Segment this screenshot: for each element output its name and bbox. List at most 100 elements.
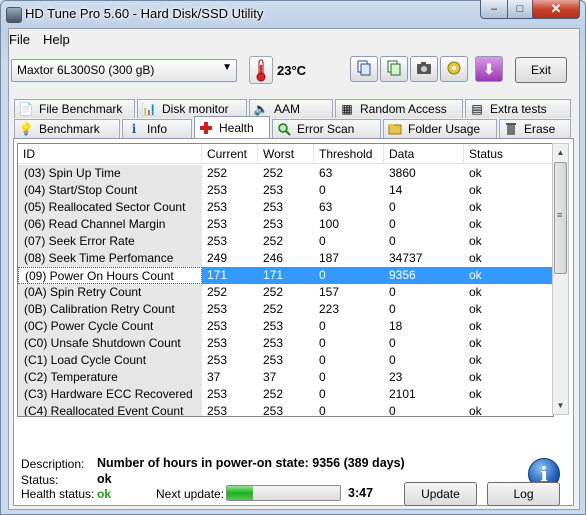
status-label: Status: [21,473,59,487]
cell-data: 0 [389,353,396,367]
next-update-countdown: 3:47 [348,486,374,500]
tab-file-benchmark[interactable]: 📄 File Benchmark [14,99,135,118]
minimize-button[interactable]: – [480,0,508,19]
table-row[interactable]: (C0) Unsafe Shutdown Count 253 253 0 0 ok [18,335,553,352]
maximize-button[interactable]: □ [507,0,533,19]
table-row[interactable]: (0B) Calibration Retry Count 253 252 223 0 ok [18,301,553,318]
table-row[interactable]: (08) Seek Time Perfomance 249 246 187 34737 o… [18,250,553,267]
copy-all-icon [386,60,402,79]
progress-fill [227,486,253,500]
tab-extra-tests[interactable]: ▤ Extra tests [465,99,571,118]
gear-icon [446,60,462,79]
table-row[interactable]: (07) Seek Error Rate 253 252 0 0 ok [18,233,553,250]
cell-threshold: 0 [319,319,326,333]
table-row[interactable]: (C2) Temperature 37 37 0 23 ok [18,369,553,386]
column-header-worst[interactable]: Worst [258,144,314,164]
cell-data: 0 [389,200,396,214]
table-row[interactable]: (04) Start/Stop Count 253 253 0 14 ok [18,182,553,199]
update-button[interactable]: Update [404,482,477,506]
cell-data: 0 [389,217,396,231]
cell-threshold: 63 [319,200,333,214]
cell-worst: 171 [263,268,284,282]
cell-status: ok [469,268,482,282]
column-header-data[interactable]: Data [384,144,464,164]
tab-error-scan[interactable]: Error Scan [272,119,381,138]
table-row[interactable]: (03) Spin Up Time 252 252 63 3860 ok [18,165,553,182]
cell-id: (C3) Hardware ECC Recovered [18,386,202,403]
tab-health[interactable]: Health [194,116,270,138]
scroll-down-arrow-icon[interactable]: ▼ [553,397,568,414]
cell-id: (08) Seek Time Perfomance [18,250,202,267]
tab-info[interactable]: i Info [122,119,192,138]
scroll-up-arrow-icon[interactable]: ▲ [553,144,568,161]
cell-threshold: 63 [319,166,333,180]
tab-label: Extra tests [490,102,547,116]
chevron-down-icon: ▼ [222,62,232,73]
tab-benchmark[interactable]: 💡 Benchmark [14,119,120,138]
cell-id: (0C) Power Cycle Count [18,318,202,335]
column-header-id[interactable]: ID [18,144,202,164]
cell-threshold: 0 [319,336,326,350]
vertical-scrollbar[interactable]: ▲ ≡ ▼ [552,143,569,415]
extra-tests-icon: ▤ [471,102,483,116]
table-row[interactable]: (09) Power On Hours Count 171 171 0 9356 ok [18,267,553,284]
exit-button[interactable]: Exit [515,57,567,83]
cell-threshold: 0 [319,234,326,248]
disk-monitor-icon: 📊 [141,102,157,116]
screenshot-button[interactable] [410,56,438,82]
table-row[interactable]: (0A) Spin Retry Count 252 252 157 0 ok [18,284,553,301]
cell-data: 0 [389,336,396,350]
cell-id: (09) Power On Hours Count [18,267,202,284]
cell-worst: 253 [263,353,284,367]
cell-id: (06) Read Channel Margin [18,216,202,233]
column-header-threshold[interactable]: Threshold [314,144,384,164]
table-row[interactable]: (05) Reallocated Sector Count 253 253 63 0 ok [18,199,553,216]
tab-folder-usage[interactable]: Folder Usage [383,119,497,138]
close-button[interactable]: ✕ [532,0,580,19]
scrollbar-thumb[interactable]: ≡ [554,162,567,274]
smart-attributes-table[interactable]: ID Current Worst Threshold Data Status (… [17,143,554,417]
cell-worst: 37 [263,370,277,384]
drive-select-value: Maxtor 6L300S0 (300 gB) [17,63,155,77]
title-bar[interactable]: HD Tune Pro 5.60 - Hard Disk/SSD Utility… [0,0,586,28]
red-cross-icon [199,121,213,135]
table-row[interactable]: (06) Read Channel Margin 253 253 100 0 ok [18,216,553,233]
cell-threshold: 100 [319,217,340,231]
options-button[interactable] [440,56,468,82]
table-row[interactable]: (0C) Power Cycle Count 253 253 0 18 ok [18,318,553,335]
cell-status: ok [469,200,482,214]
cell-data: 3860 [389,166,416,180]
client-area: File Help Maxtor 6L300S0 (300 gB) ▼ 23°C… [8,28,580,510]
copy-info-button[interactable] [350,56,378,82]
cell-data: 2101 [389,387,416,401]
cell-threshold: 0 [319,183,326,197]
cell-status: ok [469,353,482,367]
cell-current: 253 [207,234,228,248]
tab-erase[interactable]: Erase [499,119,571,138]
cell-worst: 253 [263,183,284,197]
log-button[interactable]: Log [487,482,560,506]
column-header-status[interactable]: Status [464,144,553,164]
tab-label: File Benchmark [39,102,123,116]
menu-help[interactable]: Help [43,32,70,47]
cell-data: 0 [389,404,396,417]
cell-id: (C1) Load Cycle Count [18,352,202,369]
table-row[interactable]: (C1) Load Cycle Count 253 253 0 0 ok [18,352,553,369]
cell-id: (C4) Reallocated Event Count [18,403,202,416]
table-row[interactable]: (C3) Hardware ECC Recovered 253 252 0 2101 ok [18,386,553,403]
table-row[interactable]: (C4) Reallocated Event Count 253 253 0 0 ok [18,403,553,417]
column-header-current[interactable]: Current [202,144,258,164]
save-button[interactable]: ⬇ [475,56,503,82]
tab-random-access[interactable]: ▦ Random Access [335,99,463,118]
cell-current: 253 [207,387,228,401]
cell-threshold: 0 [319,370,326,384]
cell-data: 34737 [389,251,423,265]
cell-current: 253 [207,336,228,350]
cell-status: ok [469,183,482,197]
copy-all-button[interactable] [380,56,408,82]
tab-label: Health [219,120,254,135]
drive-select[interactable]: Maxtor 6L300S0 (300 gB) ▼ [11,59,237,82]
menu-file[interactable]: File [9,32,30,47]
window-title: HD Tune Pro 5.60 - Hard Disk/SSD Utility [25,6,264,21]
temperature-readout: 23°C [277,63,307,78]
